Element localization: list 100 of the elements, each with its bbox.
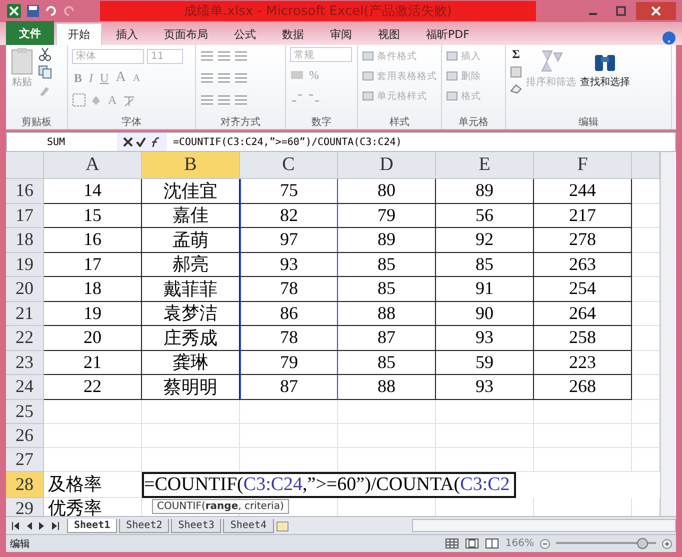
- table-cell: 263: [534, 252, 632, 277]
- first-sheet-icon[interactable]: [12, 522, 20, 530]
- row-header[interactable]: 18: [6, 228, 44, 252]
- row-header[interactable]: 28: [6, 472, 44, 498]
- last-sheet-icon[interactable]: [51, 522, 59, 530]
- fill-icon[interactable]: [510, 66, 522, 78]
- row-header[interactable]: 22: [6, 326, 44, 350]
- row-header[interactable]: 27: [6, 448, 44, 472]
- formula-field[interactable]: =COUNTIF(C3:C24,”>=60”)/COUNTA(C3:C24): [167, 136, 675, 148]
- table-cell: 264: [534, 302, 632, 326]
- formula-text: ,”>=60”)/COUNTA(: [302, 474, 460, 496]
- table-cell: 93: [436, 375, 534, 400]
- copy-icon[interactable]: [38, 65, 52, 79]
- maximize-icon[interactable]: [616, 6, 626, 16]
- cancel-icon[interactable]: [123, 137, 133, 147]
- clipboard-icon[interactable]: [10, 47, 34, 75]
- table-cell: 89: [436, 179, 534, 204]
- sheet-tab[interactable]: Sheet2: [119, 518, 170, 532]
- zoom-in-icon[interactable]: [662, 538, 672, 548]
- page-break-icon[interactable]: [485, 538, 500, 549]
- table-cell: 258: [534, 326, 632, 350]
- align-icon[interactable]: [217, 50, 231, 62]
- column-header[interactable]: E: [436, 152, 534, 179]
- table-cell: 79: [338, 204, 436, 228]
- table-cell: 278: [534, 228, 632, 252]
- find-select-button[interactable]: 查找和选择: [580, 47, 630, 115]
- autosum-button[interactable]: Σ: [510, 47, 522, 62]
- column-header[interactable]: B: [142, 152, 240, 179]
- align-icon[interactable]: [217, 72, 231, 84]
- table-cell: 郝亮: [142, 252, 240, 277]
- sheet-tab[interactable]: Sheet3: [171, 518, 222, 532]
- ribbon-tab[interactable]: 福昕PDF: [414, 23, 482, 45]
- insert-sheet-icon[interactable]: [276, 520, 290, 532]
- window-title: 成绩单.xlsx - Microsoft Excel(产品激活失败): [100, 1, 536, 21]
- ribbon-tab[interactable]: 公式: [222, 23, 268, 45]
- row-header[interactable]: 17: [6, 204, 44, 228]
- cut-icon[interactable]: [38, 47, 52, 61]
- table-cell: 86: [240, 302, 338, 326]
- horizontal-scrollbar[interactable]: [412, 519, 676, 532]
- zoom-thumb[interactable]: [637, 538, 648, 549]
- table-cell: 85: [338, 350, 436, 375]
- function-icon[interactable]: [149, 136, 161, 148]
- ribbon-tab[interactable]: 审阅: [318, 23, 364, 45]
- row-header[interactable]: 26: [6, 424, 44, 448]
- undo-icon[interactable]: [44, 4, 58, 18]
- align-icon[interactable]: [200, 50, 214, 62]
- vertical-scrollbar[interactable]: [660, 152, 675, 516]
- column-header[interactable]: C: [240, 152, 338, 179]
- border-icon[interactable]: [72, 93, 86, 107]
- column-header[interactable]: A: [44, 152, 142, 179]
- redo-icon[interactable]: [62, 4, 76, 18]
- row-header[interactable]: 19: [6, 252, 44, 277]
- excel-icon[interactable]: [6, 3, 22, 19]
- close-button[interactable]: [636, 2, 676, 20]
- align-icon[interactable]: [217, 94, 231, 106]
- table-cell: 91: [436, 277, 534, 302]
- sheet-tab[interactable]: Sheet1: [67, 518, 118, 532]
- row-header[interactable]: 25: [6, 400, 44, 424]
- align-icon[interactable]: [200, 94, 214, 106]
- row-header[interactable]: 29: [6, 498, 44, 516]
- enter-icon[interactable]: [136, 137, 146, 147]
- cell-editor[interactable]: =COUNTIF(C3:C24,”>=60”)/COUNTA(C3:C2: [142, 472, 516, 498]
- column-header[interactable]: F: [534, 152, 632, 179]
- row-header[interactable]: 21: [6, 302, 44, 326]
- save-icon[interactable]: [26, 4, 40, 18]
- column-header[interactable]: D: [338, 152, 436, 179]
- row-header[interactable]: 23: [6, 350, 44, 375]
- align-icon[interactable]: [200, 72, 214, 84]
- group-label: 对齐方式: [220, 116, 262, 129]
- table-cell: 85: [436, 252, 534, 277]
- group-label: 样式: [388, 116, 410, 129]
- normal-view-icon[interactable]: [445, 538, 460, 549]
- table-cell: 244: [534, 179, 632, 204]
- row-header[interactable]: 20: [6, 277, 44, 302]
- help-icon[interactable]: [662, 31, 676, 45]
- ribbon-tab[interactable]: 页面布局: [152, 23, 220, 45]
- name-box[interactable]: SUM: [7, 136, 117, 148]
- ribbon-tab[interactable]: 开始: [56, 23, 102, 45]
- file-tab[interactable]: 文件: [6, 21, 54, 45]
- group-label: 剪贴板: [20, 116, 52, 129]
- table-cell: 22: [44, 375, 142, 400]
- align-icon[interactable]: [234, 94, 248, 106]
- table-cell: 217: [534, 204, 632, 228]
- align-icon[interactable]: [234, 72, 248, 84]
- table-cell: 17: [44, 252, 142, 277]
- page-layout-icon[interactable]: [465, 538, 480, 549]
- align-icon[interactable]: [234, 50, 248, 62]
- sheet-tab[interactable]: Sheet4: [223, 518, 274, 532]
- prev-sheet-icon[interactable]: [25, 522, 33, 530]
- row-header[interactable]: 24: [6, 375, 44, 400]
- ribbon-tab[interactable]: 视图: [366, 23, 412, 45]
- row-header[interactable]: 16: [6, 179, 44, 204]
- next-sheet-icon[interactable]: [38, 522, 46, 530]
- ribbon-tab[interactable]: 插入: [104, 23, 150, 45]
- table-cell: 268: [534, 375, 632, 400]
- zoom-out-icon[interactable]: [540, 538, 550, 548]
- eraser-icon[interactable]: [510, 82, 522, 94]
- table-cell: 78: [240, 277, 338, 302]
- ribbon-tab[interactable]: 数据: [270, 23, 316, 45]
- close-icon[interactable]: [651, 6, 661, 16]
